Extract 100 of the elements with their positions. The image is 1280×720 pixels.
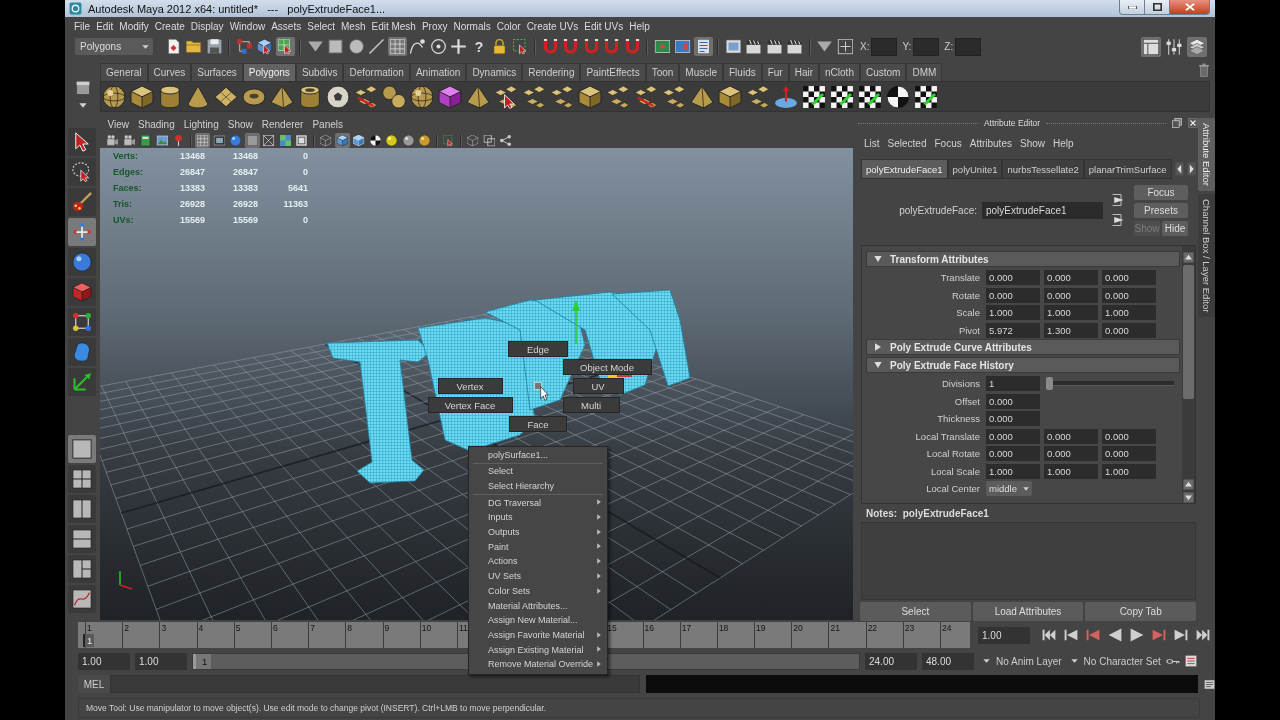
- attribute-field[interactable]: 0.000: [1102, 322, 1156, 338]
- cone-icon[interactable]: [186, 84, 210, 109]
- frame-icon[interactable]: [294, 133, 309, 148]
- panel-layout-icon[interactable]: [1141, 36, 1161, 57]
- coordinate-field[interactable]: [912, 37, 939, 56]
- shelf-tab[interactable]: Muscle: [679, 63, 723, 81]
- command-field[interactable]: [110, 675, 640, 693]
- shelf-tab[interactable]: Polygons: [242, 63, 296, 81]
- context-menu-item[interactable]: Material Attributes...: [469, 598, 607, 613]
- book-icon[interactable]: [138, 133, 153, 148]
- crosshair-box-icon[interactable]: [835, 37, 855, 56]
- tiles-cursor-icon[interactable]: [494, 84, 518, 109]
- stacked-panes-icon[interactable]: [68, 525, 96, 553]
- node-name-field[interactable]: polyExtrudeFace1: [982, 201, 1103, 219]
- attribute-field[interactable]: 0.000: [986, 446, 1040, 462]
- scroll-up-icon[interactable]: [1183, 252, 1194, 263]
- tiles-icon[interactable]: [550, 84, 574, 109]
- magnet-icon[interactable]: [602, 37, 621, 56]
- wire-cube-icon[interactable]: [318, 133, 333, 148]
- context-menu-item[interactable]: Select Hierarchy: [469, 478, 607, 494]
- anim-layer-dropdown[interactable]: No Anim Layer: [983, 655, 1062, 667]
- menu-set-dropdown[interactable]: Polygons: [75, 38, 153, 55]
- grid-icon[interactable]: [387, 37, 407, 56]
- key-back-icon[interactable]: [1086, 628, 1100, 642]
- cursor-icon[interactable]: [68, 128, 96, 156]
- pipe-icon[interactable]: [298, 84, 322, 109]
- context-menu-item[interactable]: Inputs: [469, 510, 607, 525]
- menu-item[interactable]: Help: [1049, 137, 1078, 149]
- save-icon[interactable]: [204, 37, 224, 56]
- checker-icon[interactable]: [830, 84, 854, 109]
- context-menu-item[interactable]: Assign Favorite Material: [469, 627, 607, 643]
- cube-icon[interactable]: [130, 84, 154, 109]
- context-menu-title[interactable]: polySurface1...: [469, 447, 607, 462]
- context-menu-item[interactable]: DG Traversal: [469, 495, 607, 511]
- squares-icon[interactable]: [481, 133, 497, 148]
- preferences-icon[interactable]: [1184, 655, 1197, 667]
- sphere-icon[interactable]: [384, 133, 399, 148]
- attribute-field[interactable]: 0.000: [1102, 428, 1156, 444]
- tiles-icon[interactable]: [746, 84, 770, 109]
- arrow-right-icon[interactable]: [1187, 162, 1196, 176]
- caret-icon[interactable]: [78, 103, 87, 108]
- sphere-icon[interactable]: [417, 133, 432, 148]
- shelf-tab[interactable]: Fur: [761, 63, 789, 81]
- menu-item[interactable]: Window: [226, 20, 269, 32]
- shelf-tab-icon[interactable]: [75, 81, 90, 95]
- ball-icon[interactable]: [326, 84, 350, 109]
- attribute-field[interactable]: 0.000: [986, 411, 1040, 427]
- cross-box-icon[interactable]: [261, 133, 276, 148]
- arrow-disc-icon[interactable]: [774, 84, 798, 109]
- magnet-icon[interactable]: [561, 37, 580, 56]
- triangle-down-icon[interactable]: [874, 255, 882, 263]
- float-window-icon[interactable]: [1172, 118, 1182, 128]
- attribute-field[interactable]: 0.000: [986, 270, 1040, 286]
- menu-item[interactable]: Assets: [268, 20, 305, 32]
- key-forward-icon[interactable]: [1152, 628, 1166, 642]
- cube-icon[interactable]: [438, 84, 462, 109]
- menu-item[interactable]: Proxy: [418, 20, 451, 32]
- node-tab[interactable]: polyExtrudeFace1: [861, 159, 948, 179]
- attribute-field[interactable]: 0.000: [1044, 428, 1098, 444]
- select-button[interactable]: Select: [860, 602, 971, 621]
- two-pane-icon[interactable]: [68, 495, 96, 523]
- section-header[interactable]: Poly Extrude Face History: [866, 357, 1180, 373]
- hide-button[interactable]: Hide: [1162, 220, 1188, 236]
- menu-item[interactable]: Focus: [930, 137, 966, 149]
- lasso-icon[interactable]: [68, 158, 96, 186]
- hierarchy-icon[interactable]: [234, 37, 254, 56]
- shelf-tab[interactable]: General: [100, 63, 148, 81]
- attribute-field[interactable]: 0.000: [986, 287, 1040, 303]
- shelf-tab[interactable]: Dynamics: [466, 63, 523, 81]
- close-icon[interactable]: [1188, 118, 1198, 128]
- scroll-up-icon[interactable]: [1183, 479, 1194, 490]
- menu-item[interactable]: File: [71, 20, 94, 32]
- attribute-field[interactable]: 1.000: [1102, 463, 1156, 479]
- focus-button[interactable]: Focus: [1134, 184, 1188, 200]
- character-set-dropdown[interactable]: No Character Set: [1070, 655, 1161, 667]
- menu-item[interactable]: Help: [626, 20, 653, 32]
- film-icon[interactable]: [211, 133, 227, 148]
- box-arrow-icon[interactable]: [1112, 214, 1124, 226]
- crosshair-icon[interactable]: [449, 37, 468, 56]
- context-menu-item[interactable]: Color Sets: [469, 583, 607, 599]
- attribute-field[interactable]: 0.000: [986, 428, 1040, 444]
- target-icon[interactable]: [428, 37, 448, 56]
- range-handle[interactable]: 1: [193, 653, 212, 669]
- section-header[interactable]: Poly Extrude Curve Attributes: [866, 339, 1180, 355]
- step-back-icon[interactable]: [1064, 628, 1078, 642]
- lock-icon[interactable]: [490, 37, 509, 56]
- attribute-field[interactable]: 1.000: [1044, 463, 1098, 479]
- document-list-icon[interactable]: [693, 37, 713, 56]
- menu-item[interactable]: Show: [1015, 137, 1049, 149]
- tiles-icon[interactable]: [522, 84, 546, 109]
- panel-menu-item[interactable]: Panels: [307, 119, 348, 130]
- box-arrow-icon[interactable]: [1112, 194, 1124, 206]
- menu-item[interactable]: Create UVs: [523, 20, 582, 32]
- sphere-icon[interactable]: [102, 84, 126, 109]
- scroll-down-icon[interactable]: [1183, 492, 1194, 503]
- coordinate-field[interactable]: [870, 37, 897, 56]
- cube-icon[interactable]: [334, 133, 350, 148]
- checker-icon[interactable]: [802, 84, 826, 109]
- menu-item[interactable]: Edit: [93, 20, 117, 32]
- menu-item[interactable]: Edit UVs: [581, 20, 627, 32]
